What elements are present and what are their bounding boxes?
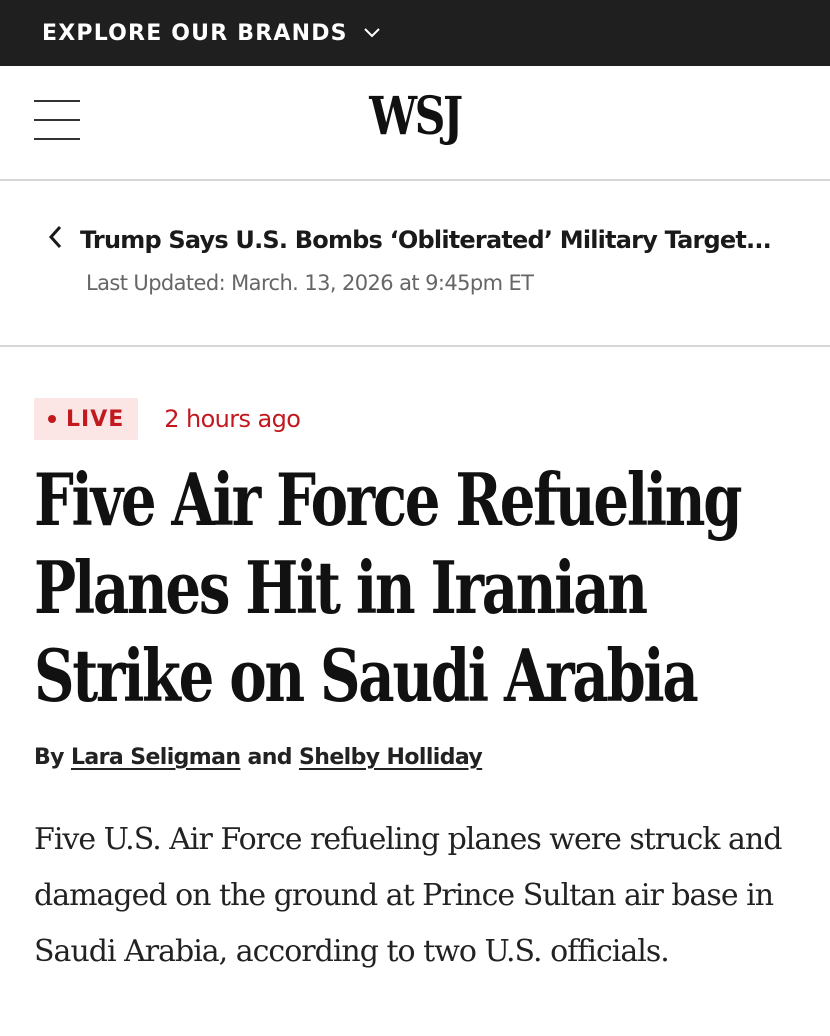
hamburger-menu-icon[interactable] [34, 100, 80, 140]
byline: By Lara Seligman and Shelby Holliday [34, 745, 483, 770]
headline-line: Planes Hit in Iranian [34, 545, 648, 630]
parent-article-nav: Trump Says U.S. Bombs ‘Obliterated’ Mili… [0, 181, 830, 347]
headline-line: Strike on Saudi Arabia [34, 633, 699, 718]
author-link-lara-seligman[interactable]: Lara Seligman [71, 745, 241, 770]
parent-article-title[interactable]: Trump Says U.S. Bombs ‘Obliterated’ Mili… [80, 226, 772, 254]
live-dot-icon [48, 415, 56, 423]
byline-joiner: and [247, 745, 293, 770]
explore-brands-label[interactable]: EXPLORE OUR BRANDS [42, 21, 348, 46]
live-badge: LIVE [34, 398, 139, 440]
time-ago: 2 hours ago [164, 405, 301, 433]
chevron-down-icon[interactable] [363, 28, 380, 38]
headline-line: Five Air Force Refueling [34, 457, 743, 542]
back-to-live-coverage-link[interactable]: Trump Says U.S. Bombs ‘Obliterated’ Mili… [48, 225, 772, 254]
last-updated-timestamp: Last Updated: March. 13, 2026 at 9:45pm … [86, 271, 534, 295]
live-label: LIVE [66, 406, 125, 432]
byline-prefix: By [34, 745, 65, 770]
author-link-shelby-holliday[interactable]: Shelby Holliday [299, 745, 483, 770]
live-status-row: LIVE 2 hours ago [34, 398, 301, 440]
masthead: WSJ [0, 66, 830, 181]
chevron-left-icon[interactable] [48, 225, 62, 254]
wsj-logo[interactable]: WSJ [75, 86, 756, 147]
explore-brands-bar[interactable]: EXPLORE OUR BRANDS [0, 0, 830, 66]
article-headline: Five Air Force Refueling Planes Hit in I… [34, 456, 814, 720]
article-lede: Five U.S. Air Force refueling planes wer… [34, 822, 782, 969]
